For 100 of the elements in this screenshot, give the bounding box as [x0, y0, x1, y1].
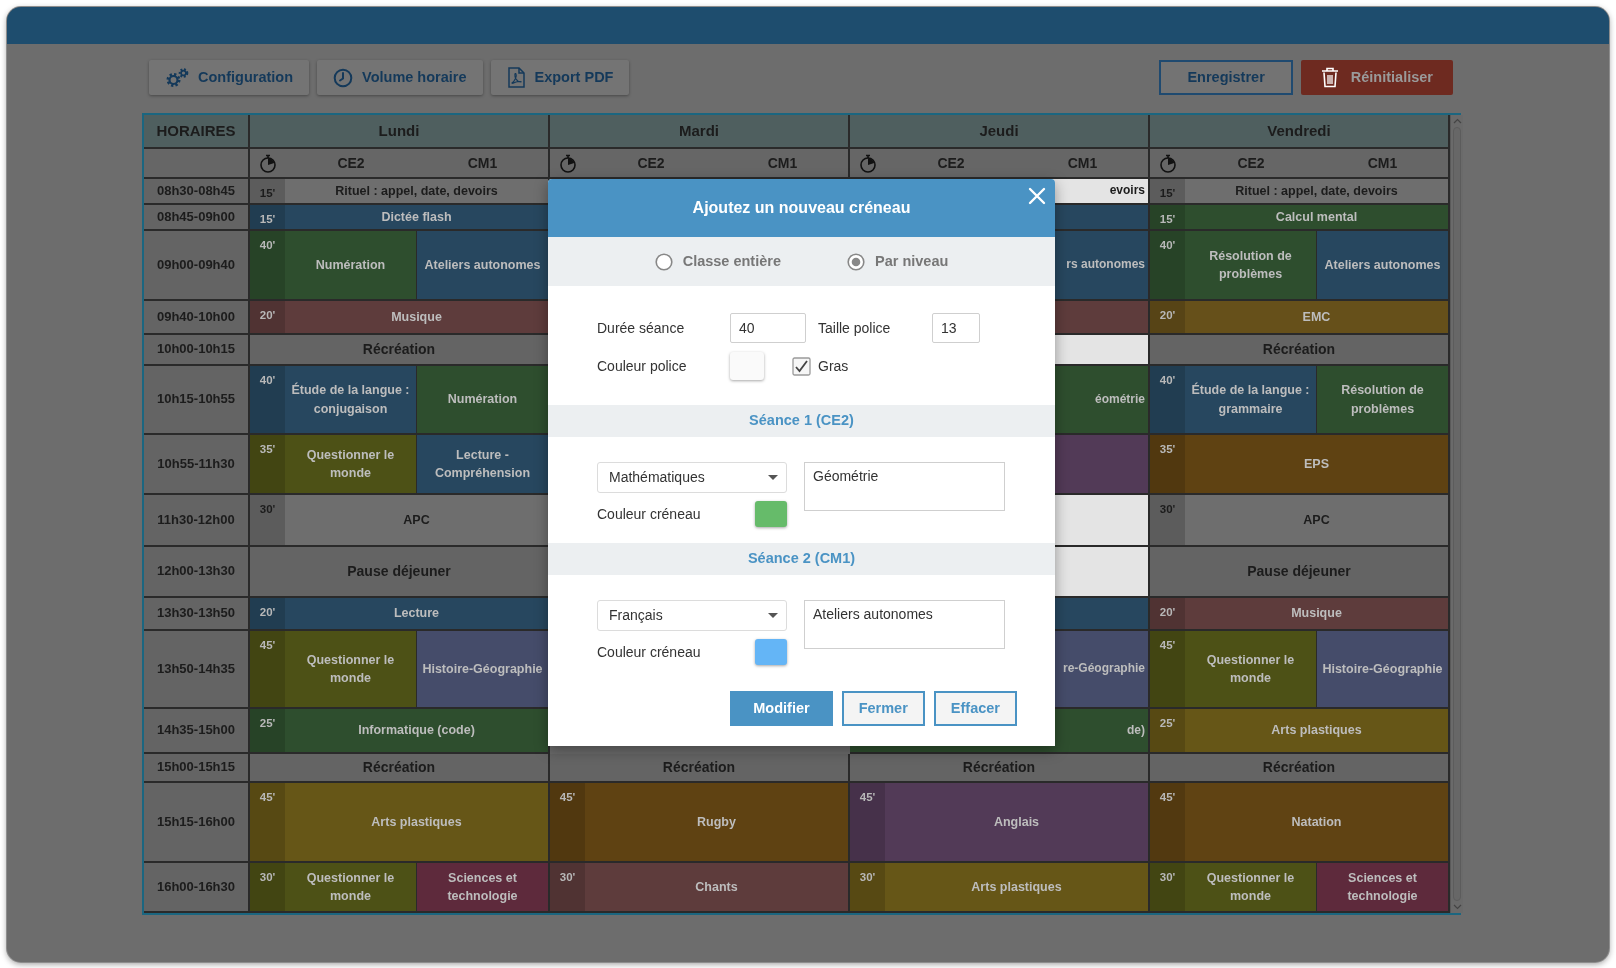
lesson-cell: Questionner le monde [285, 863, 417, 913]
day-header: Lundi [250, 115, 550, 149]
field-label: Couleur créneau [597, 504, 701, 524]
lesson-cell: Étude de la langue : grammaire [1185, 366, 1317, 435]
caret-icon [768, 613, 778, 618]
time-cell: 13h50-14h35 [144, 631, 250, 709]
duration-cell: 15' [250, 179, 285, 205]
lesson-cell: APC [1185, 495, 1450, 547]
lesson-cell: Arts plastiques [285, 783, 550, 863]
radio-label: Classe entière [682, 251, 781, 271]
lesson-cell: Rugby [585, 783, 850, 863]
lesson-cell: Ateliers autonomes [1317, 231, 1450, 301]
lesson-cell: Natation [1185, 783, 1450, 863]
close-button[interactable] [1026, 185, 1048, 207]
break-cell: Pause déjeuner [250, 547, 550, 598]
lesson-cell: Sciences et technologie [417, 863, 550, 913]
duration-cell: 20' [250, 301, 285, 335]
lesson-cell: Informatique (code) [285, 709, 550, 754]
duration-cell: 45' [1150, 783, 1185, 863]
duration-cell: 30' [850, 863, 885, 913]
lesson-cell: Numération [417, 366, 550, 435]
caret-icon [768, 475, 778, 480]
time-cell: 14h35-15h00 [144, 709, 250, 754]
time-cell: 09h40-10h00 [144, 301, 250, 335]
duration-cell: 25' [1150, 709, 1185, 754]
lesson-cell: Anglais [885, 783, 1150, 863]
checkbox-label: Gras [818, 356, 849, 376]
lesson-cell: Musique [1185, 598, 1450, 631]
group-label: CM1 [466, 153, 499, 173]
chevron-up-icon [1452, 118, 1462, 124]
scrollbar[interactable] [1450, 115, 1463, 913]
lesson-cell: Étude de la langue : conjugaison [285, 366, 417, 435]
time-cell: 15h15-16h00 [144, 783, 250, 863]
radio-button[interactable] [847, 252, 865, 271]
lesson-cell: Chants [585, 863, 850, 913]
lesson-cell: Arts plastiques [885, 863, 1150, 913]
duration-field[interactable]: 40 [730, 313, 806, 343]
radio-button[interactable] [654, 252, 673, 271]
lesson-label: rs autonomes [1066, 256, 1145, 274]
dialog-button[interactable]: Effacer [933, 691, 1017, 726]
duration-cell: 40' [1150, 231, 1185, 301]
duration-cell: 20' [1150, 598, 1185, 631]
duration-cell: 30' [250, 495, 285, 547]
time-cell: 08h45-09h00 [144, 205, 250, 231]
break-cell: Récréation [1150, 335, 1450, 366]
duration-cell: 15' [1150, 205, 1185, 231]
lesson-cell: Sciences et technologie [1317, 863, 1450, 913]
color-swatch[interactable] [755, 639, 787, 665]
lesson-cell: Lecture [285, 598, 550, 631]
close-icon [1028, 187, 1046, 205]
gears-icon [165, 67, 189, 88]
lesson-cell: Histoire-Géographie [417, 631, 550, 709]
save-button[interactable]: Enregistrer [1159, 60, 1293, 95]
duration-cell: 40' [250, 366, 285, 435]
break-cell: Récréation [550, 754, 850, 783]
toolbar-button[interactable]: Volume horaire [317, 60, 483, 95]
dialog-button[interactable]: Modifier [730, 691, 833, 726]
time-cell: 15h00-15h15 [144, 754, 250, 783]
duration-cell: 30' [250, 863, 285, 913]
time-cell: 10h00-10h15 [144, 335, 250, 366]
lesson-cell: Rituel : appel, date, devoirs [285, 179, 550, 205]
duration-cell: 30' [1150, 495, 1185, 547]
checkbox[interactable] [792, 356, 811, 376]
duration-cell: 15' [250, 205, 285, 231]
time-cell: 10h55-11h30 [144, 435, 250, 495]
field-label: Couleur police [597, 356, 688, 376]
duration-cell: 20' [250, 598, 285, 631]
time-cell: 08h30-08h45 [144, 179, 250, 205]
group-label: CE2 [636, 153, 666, 173]
font-size-field[interactable]: 13 [932, 313, 980, 343]
lesson-cell: Calcul mental [1185, 205, 1450, 231]
duration-cell: 20' [1150, 301, 1185, 335]
color-swatch[interactable] [730, 352, 764, 380]
duration-cell: 45' [250, 631, 285, 709]
duration-cell: 45' [1150, 631, 1185, 709]
day-header: Vendredi [1150, 115, 1450, 149]
group-label: CE2 [1236, 153, 1266, 173]
color-swatch[interactable] [755, 501, 787, 527]
toolbar-button[interactable]: Configuration [149, 60, 310, 95]
dropdown-value: Mathématiques [609, 468, 705, 487]
stopwatch-icon [858, 153, 877, 173]
break-cell: Pause déjeuner [1150, 547, 1450, 598]
lesson-cell: EMC [1185, 301, 1450, 335]
break-cell: Récréation [250, 754, 550, 783]
group-label: CE2 [936, 153, 966, 173]
reset-button[interactable]: Réinitialiser [1300, 60, 1453, 95]
note-field[interactable]: Géométrie [804, 462, 1005, 511]
time-cell: 09h00-09h40 [144, 231, 250, 301]
toolbar-button[interactable]: Export PDF [490, 60, 630, 95]
note-field[interactable]: Ateliers autonomes [804, 600, 1005, 649]
lesson-label: de) [1127, 721, 1145, 739]
dialog-button[interactable]: Fermer [841, 691, 925, 726]
subject-dropdown[interactable]: Mathématiques [597, 462, 787, 493]
duration-cell: 40' [250, 231, 285, 301]
break-cell: Récréation [850, 754, 1150, 783]
stopwatch-icon [558, 153, 577, 173]
section-header: Séance 2 (CM1) [548, 543, 1055, 575]
subject-dropdown[interactable]: Français [597, 600, 787, 631]
time-cell: 12h00-13h30 [144, 547, 250, 598]
group-label: CM1 [766, 153, 799, 173]
